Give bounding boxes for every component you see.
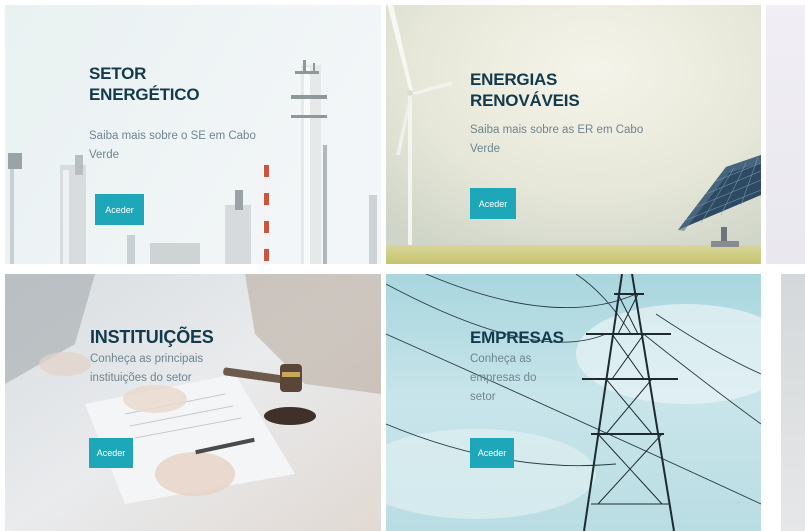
card-title-line1: INSTITUIÇÕES	[90, 327, 214, 347]
card-description: Saiba mais sobre o SE em Cabo Verde	[89, 130, 256, 161]
card-description: Conheça as principais instituições do se…	[90, 353, 204, 384]
card-title-line1: SETOR	[89, 64, 147, 83]
partial-card-right-bottom	[781, 274, 805, 531]
card-title: INSTITUIÇÕES	[90, 327, 214, 348]
card-title-line2: RENOVÁVEIS	[470, 91, 580, 110]
aceder-button[interactable]: Aceder	[470, 438, 514, 468]
card-description: Conheça as empresas do setor	[470, 353, 537, 403]
card-energias-renovaveis: ENERGIAS RENOVÁVEIS Saiba mais sobre as …	[386, 5, 761, 264]
card-title: SETOR ENERGÉTICO	[89, 63, 200, 105]
aceder-button[interactable]: Aceder	[95, 194, 144, 225]
card-setor-energetico: SETOR ENERGÉTICO Saiba mais sobre o SE e…	[5, 5, 381, 264]
power-pylon-image	[386, 274, 761, 531]
card-instituicoes: INSTITUIÇÕES Conheça as principais insti…	[5, 274, 381, 531]
aceder-button[interactable]: Aceder	[470, 188, 516, 219]
card-description: Saiba mais sobre as ER em Cabo Verde	[470, 124, 644, 155]
card-title-line1: ENERGIAS	[470, 70, 558, 89]
card-title: EMPRESAS	[470, 327, 564, 348]
partial-card-right-top	[766, 5, 805, 264]
legal-desk-image	[5, 274, 381, 531]
card-empresas: EMPRESAS Conheça as empresas do setor Ac…	[386, 274, 761, 531]
card-title: ENERGIAS RENOVÁVEIS	[470, 69, 580, 111]
card-title-line2: ENERGÉTICO	[89, 85, 200, 104]
card-title-line1: EMPRESAS	[470, 328, 564, 347]
aceder-button[interactable]: Aceder	[89, 438, 133, 468]
